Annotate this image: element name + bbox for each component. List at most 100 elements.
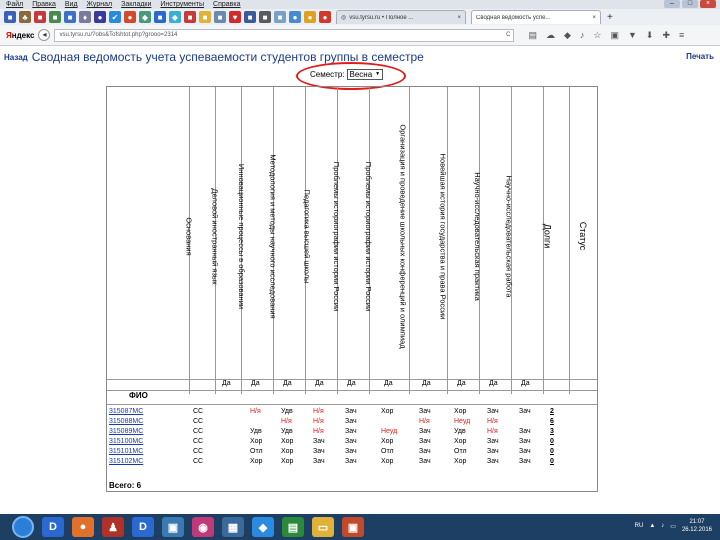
menu-history[interactable]: Журнал [87,0,113,9]
debts-cell[interactable]: 0 [550,438,554,445]
back-icon[interactable]: ◂ [38,29,51,41]
pocket-icon[interactable]: ▼ [628,30,637,41]
student-link[interactable]: 315101МС [109,448,143,455]
bookmark-icon[interactable]: ◆ [139,11,151,23]
bookmark-icon[interactable]: ● [319,11,331,23]
url-field[interactable]: vsu.tyrsu.ru/?obs&Tofshtot.php?grooo=231… [54,28,515,42]
clipboard-icon[interactable]: ▣ [610,30,619,41]
network-icon[interactable]: ▭ [670,523,676,530]
downloads-icon[interactable]: ▤ [528,30,537,41]
student-link[interactable]: 315087МС [109,408,143,415]
menu-icon[interactable]: ≡ [679,30,684,41]
star-icon[interactable]: ☆ [593,30,601,41]
bookmark-icon[interactable]: ■ [199,11,211,23]
volume-icon[interactable]: ♪ [661,523,664,529]
new-tab-icon[interactable]: + [607,12,613,23]
bookmark-icon[interactable]: ● [304,11,316,23]
clock[interactable]: 21:07 26.12.2016 [682,518,712,534]
chrome-icon[interactable]: ◉ [192,517,214,537]
bookmark-icon[interactable]: ● [124,11,136,23]
debts-cell[interactable]: 0 [550,448,554,455]
menu-edit[interactable]: Правка [32,0,56,9]
start-button[interactable] [12,516,34,538]
debts-cell[interactable]: 6 [550,418,554,425]
debts-cell[interactable]: 2 [550,408,554,415]
bookmark-icon[interactable]: ♦ [79,11,91,23]
close-tab-icon[interactable]: × [457,15,461,21]
grade-cell: Удв [250,428,262,435]
grade-cell: Неуд [381,428,398,435]
bookmark-icon[interactable]: ■ [214,11,226,23]
bookmark-icon[interactable]: ■ [4,11,16,23]
minimize-icon[interactable]: – [664,0,680,8]
language-indicator[interactable]: RU [635,523,644,529]
close-icon[interactable]: × [700,0,716,8]
bookmark-icon[interactable]: ■ [49,11,61,23]
menu-view[interactable]: Вид [65,0,78,9]
window-app-icon[interactable]: ▦ [222,517,244,537]
shield-app-icon[interactable]: ◆ [252,517,274,537]
explorer-icon[interactable]: ▣ [162,517,184,537]
firefox-icon[interactable]: ● [72,517,94,537]
bookmark-icon[interactable]: ♥ [229,11,241,23]
menu-bookmarks[interactable]: Закладки [121,0,151,9]
folder-icon[interactable]: ▭ [312,517,334,537]
grade-cell: Зач [419,458,431,465]
da-label: Да [315,380,324,387]
column-header: Педагогика высшей школы [293,91,321,381]
grade-cell: Зач [519,458,531,465]
powerpoint-icon[interactable]: ▣ [342,517,364,537]
back-link[interactable]: Назад [4,53,28,62]
column-header-text: Методология и методы научного исследован… [268,153,278,319]
grade-cell: Н/я [313,418,324,425]
bookmark-icon[interactable]: ■ [34,11,46,23]
grade-cell: Хор [381,408,394,415]
bookmark-icon[interactable]: ■ [64,11,76,23]
row-divider [107,390,597,391]
student-link[interactable]: 315102МС [109,458,143,465]
download-arrow-icon[interactable]: ⬇ [646,30,654,41]
print-link[interactable]: Печать [686,52,714,61]
grade-cell: Н/я [419,418,430,425]
table-row: 315087МС СС Н/я Удв Н/я Зач Хор Зач Хор … [107,407,597,417]
bookmark-icon[interactable]: ♣ [19,11,31,23]
grade-cell: Зач [345,458,357,465]
up-arrow-icon[interactable]: ▲ [649,523,655,529]
maximize-icon[interactable]: □ [682,0,698,8]
tab-first[interactable]: ◎ vsu.tyrsu.ru • Полное ... × [336,10,466,24]
sound-icon[interactable]: ♪ [580,30,585,41]
student-link[interactable]: 315100МС [109,438,143,445]
bookmark-icon[interactable]: ■ [154,11,166,23]
close-tab-icon[interactable]: × [592,15,596,21]
bookmark-icon[interactable]: ■ [274,11,286,23]
excel-icon[interactable]: ▤ [282,517,304,537]
bookmark-icon[interactable]: ■ [244,11,256,23]
debts-cell[interactable]: 0 [550,458,554,465]
refresh-icon[interactable]: C [506,30,510,41]
debts-cell[interactable]: 3 [550,428,554,435]
tab-active[interactable]: Сводная ведомость успе... × [471,10,601,24]
shield-icon[interactable]: ◆ [564,30,571,41]
grade-cell: Отл [381,448,394,455]
window-controls: – □ × [664,0,716,8]
weather-icon[interactable]: ☁ [546,30,555,41]
bookmark-icon[interactable]: ✔ [109,11,121,23]
menu-tools[interactable]: Инструменты [160,0,204,9]
bookmark-icon[interactable]: ■ [184,11,196,23]
bookmark-icon[interactable]: ■ [259,11,271,23]
addon-icon[interactable]: ✚ [662,30,670,41]
menu-help[interactable]: Справка [213,0,240,9]
bookmark-icon[interactable]: ◆ [169,11,181,23]
app-d-icon[interactable]: D [42,517,64,537]
student-link[interactable]: 315089МС [109,428,143,435]
yandex-logo[interactable]: Яндекс [6,31,34,40]
logo-text: ндекс [11,30,35,40]
bookmark-icon[interactable]: ● [94,11,106,23]
bookmark-icon[interactable]: ● [289,11,301,23]
semester-select[interactable]: Весна ▼ [346,69,384,80]
app-d2-icon[interactable]: D [132,517,154,537]
menu-file[interactable]: Файл [6,0,23,9]
student-link[interactable]: 315088МС [109,418,143,425]
user-app-icon[interactable]: ♟ [102,517,124,537]
column-header-text: Новейшая история государства и права Рос… [438,153,448,319]
